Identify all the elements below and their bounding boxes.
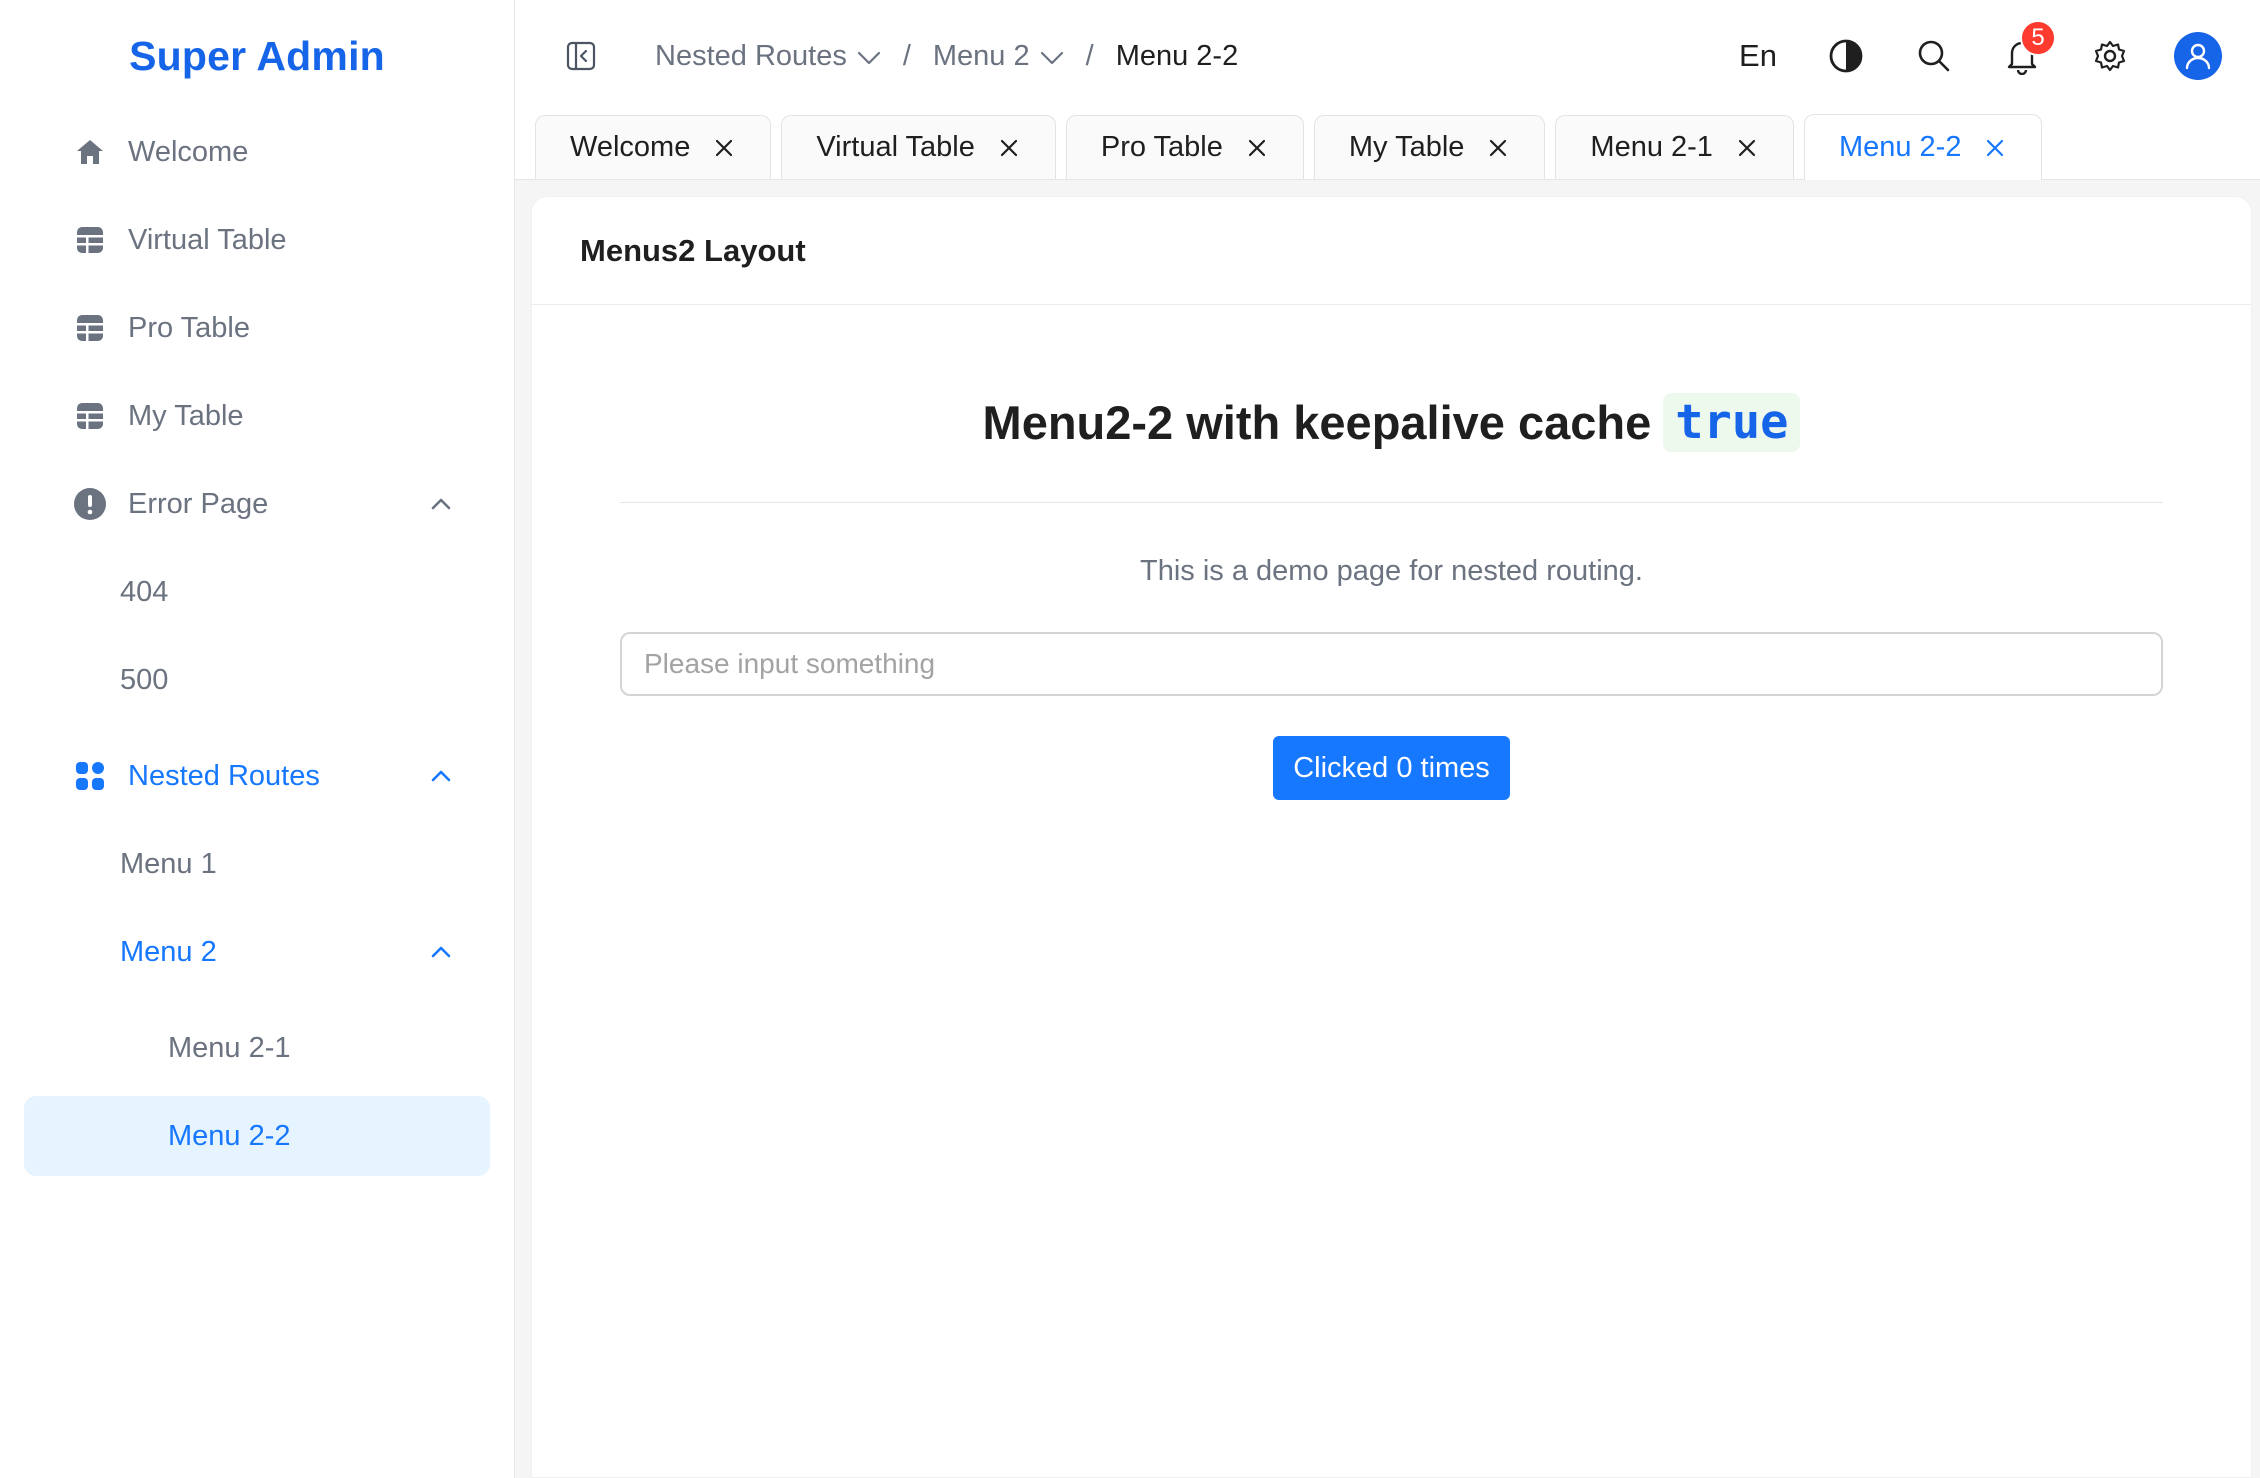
- button-wrapper: Clicked 0 times: [620, 736, 2163, 800]
- sidebar-item-label: Error Page: [128, 487, 269, 520]
- tab-my-table[interactable]: My Table: [1313, 115, 1546, 179]
- close-icon[interactable]: [1735, 136, 1759, 160]
- breadcrumb-label: Menu 2: [932, 39, 1030, 72]
- sidebar-item-menu-1[interactable]: Menu 1: [24, 824, 490, 904]
- page-title: Menu2-2 with keepalive cache true: [620, 393, 2163, 452]
- top-header: Nested Routes / Menu 2 / Menu 2-2 En 5: [515, 0, 2260, 112]
- user-avatar-button[interactable]: [2154, 16, 2242, 96]
- sidebar-item-my-table[interactable]: My Table: [24, 376, 490, 456]
- sidebar-item-error-page[interactable]: Error Page: [24, 464, 490, 544]
- tab-menu-2-2[interactable]: Menu 2-2: [1803, 114, 2043, 180]
- sidebar-item-label: Welcome: [128, 135, 249, 168]
- breadcrumb-separator: /: [902, 39, 911, 72]
- sidebar-item-pro-table[interactable]: Pro Table: [24, 288, 490, 368]
- gear-icon: [2094, 40, 2126, 72]
- breadcrumb-label: Nested Routes: [655, 39, 847, 72]
- sidebar-item-500[interactable]: 500: [24, 640, 490, 720]
- language-button[interactable]: En: [1714, 16, 1802, 96]
- breadcrumb-separator: /: [1085, 39, 1094, 72]
- sidebar-item-label: My Table: [128, 399, 244, 432]
- divider: [620, 502, 2163, 503]
- breadcrumb: Nested Routes / Menu 2 / Menu 2-2: [655, 40, 1238, 73]
- menu-spacer: [24, 1000, 490, 1008]
- sidebar-item-welcome[interactable]: Welcome: [24, 112, 490, 192]
- settings-button[interactable]: [2066, 16, 2154, 96]
- close-icon[interactable]: [1245, 136, 1269, 160]
- sidebar-item-label: Menu 2-1: [168, 1031, 291, 1064]
- language-label: En: [1739, 38, 1777, 73]
- sidebar-item-menu-2-1[interactable]: Menu 2-1: [24, 1008, 490, 1088]
- chevron-up-icon: [428, 763, 454, 789]
- breadcrumb-item-menu-2-2: Menu 2-2: [1115, 39, 1239, 72]
- avatar: [2174, 32, 2222, 80]
- sidebar-item-label: Menu 2: [120, 935, 217, 968]
- notifications-button[interactable]: 5: [1978, 16, 2066, 96]
- sidebar-item-virtual-table[interactable]: Virtual Table: [24, 200, 490, 280]
- user-icon: [2185, 43, 2211, 70]
- menu-spacer: [24, 728, 490, 736]
- header-actions: En 5: [1714, 16, 2242, 96]
- page-description: This is a demo page for nested routing.: [1140, 555, 1643, 587]
- chevron-down-icon: [1040, 40, 1064, 73]
- main-area: Nested Routes / Menu 2 / Menu 2-2 En 5 W…: [515, 0, 2260, 1478]
- sidebar-toggle-button[interactable]: [551, 26, 611, 86]
- tab-label: My Table: [1348, 131, 1465, 163]
- close-icon[interactable]: [1486, 136, 1510, 160]
- sidebar-item-label: Menu 1: [120, 847, 217, 880]
- sidebar-collapse-icon: [566, 41, 596, 71]
- sidebar-item-label: 404: [120, 575, 169, 608]
- sidebar-menu: Welcome Virtual Table Pro Table My Table: [0, 112, 514, 1176]
- tab-label: Menu 2-1: [1590, 131, 1713, 163]
- contrast-icon: [1829, 39, 1863, 73]
- tab-label: Menu 2-2: [1838, 131, 1962, 163]
- sidebar-item-label: Nested Routes: [128, 759, 320, 792]
- app-logo[interactable]: Super Admin: [0, 0, 514, 112]
- tab-label: Welcome: [570, 131, 691, 163]
- theme-toggle-button[interactable]: [1802, 16, 1890, 96]
- sidebar: Super Admin Welcome Virtual Table Pro Ta…: [0, 0, 515, 1478]
- chevron-up-icon: [428, 939, 454, 965]
- close-icon[interactable]: [1983, 136, 2007, 160]
- tab-virtual-table[interactable]: Virtual Table: [781, 115, 1056, 179]
- text-input[interactable]: [620, 632, 2163, 696]
- table-icon: [72, 398, 108, 434]
- search-button[interactable]: [1890, 16, 1978, 96]
- tab-bar: Welcome Virtual Table Pro Table My Table…: [515, 112, 2260, 180]
- sidebar-item-label: 500: [120, 663, 169, 696]
- sidebar-item-404[interactable]: 404: [24, 552, 490, 632]
- chevron-up-icon: [428, 491, 454, 517]
- home-icon: [72, 134, 108, 170]
- tab-label: Virtual Table: [816, 131, 975, 163]
- breadcrumb-item-nested-routes[interactable]: Nested Routes: [655, 40, 881, 73]
- content-area: Menus2 Layout Menu2-2 with keepalive cac…: [515, 180, 2260, 1478]
- keepalive-code: true: [1663, 393, 1801, 452]
- exclamation-icon: [72, 486, 108, 522]
- chevron-down-icon: [857, 40, 881, 73]
- search-icon: [1918, 40, 1950, 72]
- notification-badge: 5: [2020, 20, 2056, 56]
- sidebar-item-menu-2[interactable]: Menu 2: [24, 912, 490, 992]
- tab-label: Pro Table: [1100, 131, 1223, 163]
- card-body: Menu2-2 with keepalive cache true This i…: [532, 393, 2251, 800]
- close-icon[interactable]: [712, 136, 736, 160]
- sidebar-item-menu-2-2[interactable]: Menu 2-2: [24, 1096, 490, 1176]
- page-title-text: Menu2-2 with keepalive cache: [982, 396, 1652, 449]
- sidebar-item-label: Virtual Table: [128, 223, 287, 256]
- breadcrumb-item-menu-2[interactable]: Menu 2: [933, 40, 1064, 73]
- sidebar-item-nested-routes[interactable]: Nested Routes: [24, 736, 490, 816]
- tab-welcome[interactable]: Welcome: [535, 115, 772, 179]
- grid-icon: [72, 758, 108, 794]
- tab-pro-table[interactable]: Pro Table: [1065, 115, 1304, 179]
- sidebar-item-label: Pro Table: [128, 311, 250, 344]
- sidebar-item-label: Menu 2-2: [168, 1119, 291, 1152]
- close-icon[interactable]: [997, 136, 1021, 160]
- table-icon: [72, 222, 108, 258]
- tab-menu-2-1[interactable]: Menu 2-1: [1555, 115, 1794, 179]
- click-counter-button[interactable]: Clicked 0 times: [1273, 736, 1510, 800]
- layout-card: Menus2 Layout Menu2-2 with keepalive cac…: [531, 196, 2252, 1478]
- table-icon: [72, 310, 108, 346]
- card-title: Menus2 Layout: [532, 197, 2251, 305]
